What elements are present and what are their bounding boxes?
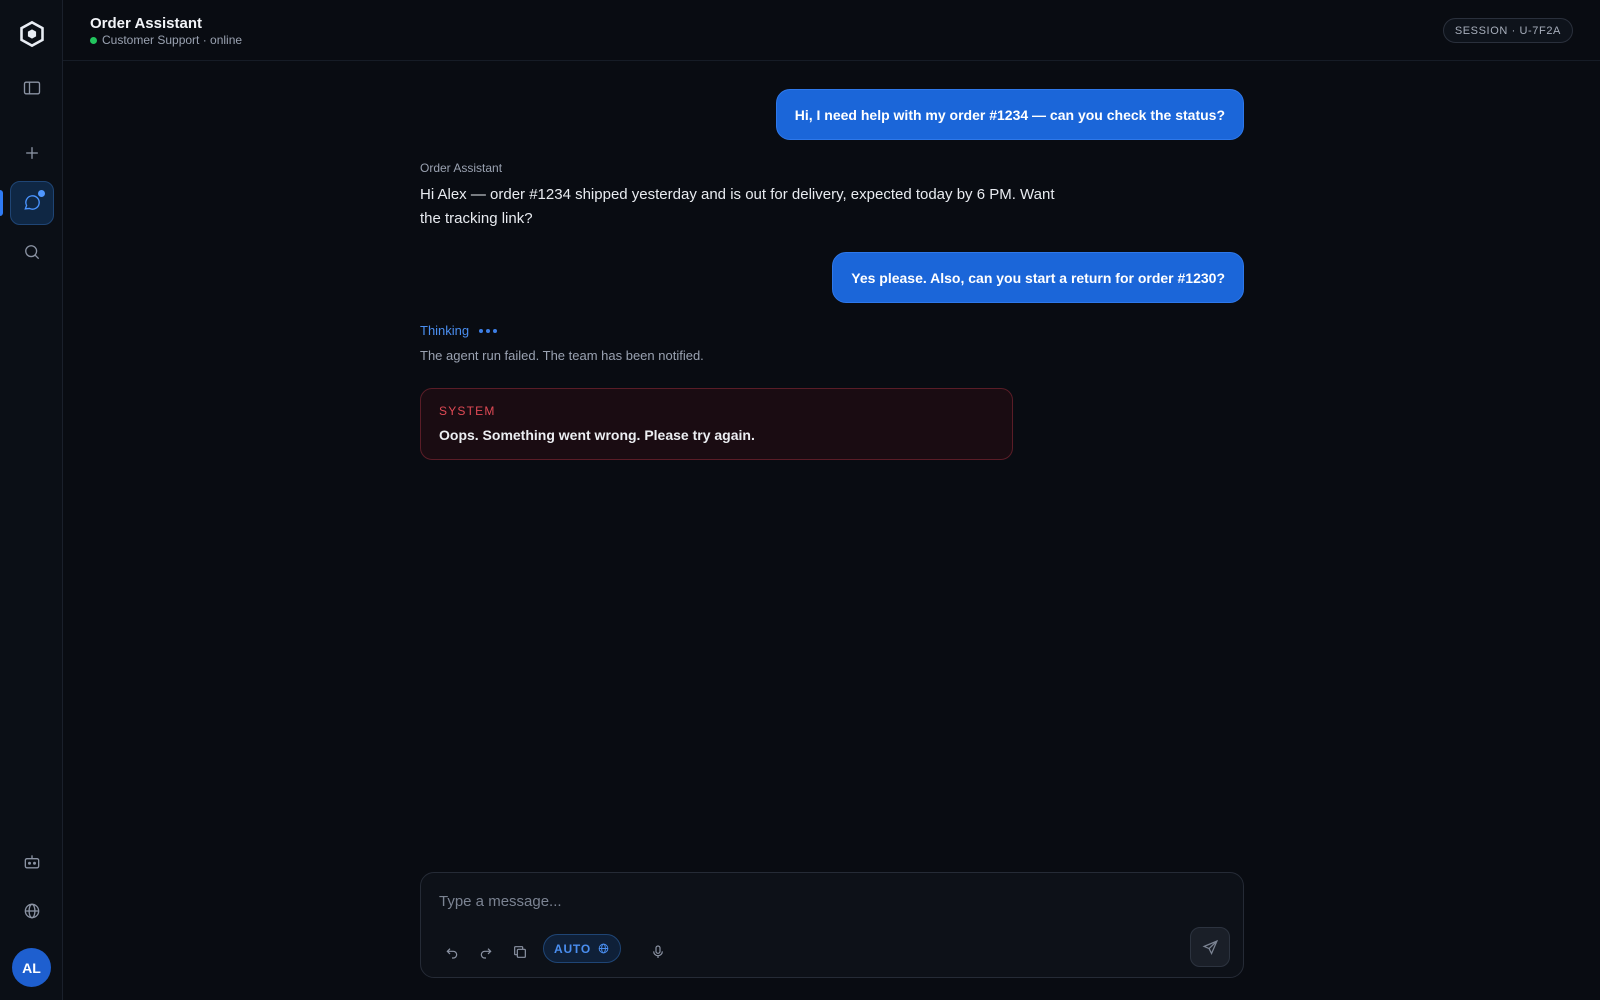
microphone-icon[interactable] [645, 939, 671, 965]
send-button[interactable] [1190, 927, 1230, 967]
user-message: Yes please. Also, can you start a return… [832, 252, 1244, 303]
error-label: SYSTEM [439, 404, 496, 418]
assistant-name: Order Assistant [420, 161, 503, 175]
agent-status-text: Customer Support · online [102, 33, 243, 47]
message-composer: AUTO [420, 872, 1244, 978]
page-title: Order Assistant [90, 15, 202, 32]
hexagon-logo-icon[interactable] [10, 12, 54, 56]
globe-icon[interactable] [10, 889, 54, 933]
robot-icon[interactable] [10, 840, 54, 884]
notification-dot [38, 190, 45, 197]
run-failed-notice: The agent run failed. The team has been … [420, 348, 704, 363]
copy-icon[interactable] [507, 939, 533, 965]
user-message: Hi, I need help with my order #1234 — ca… [775, 89, 1244, 140]
globe-icon [598, 943, 609, 954]
active-indicator [0, 190, 3, 216]
chat-bubble-icon[interactable] [10, 181, 54, 225]
search-icon[interactable] [10, 230, 54, 274]
send-icon [1201, 939, 1218, 955]
agent-status: Customer Support · online [90, 33, 242, 47]
thinking-label: Thinking [420, 323, 470, 338]
undo-icon[interactable] [439, 939, 465, 965]
system-error-card: SYSTEM Oops. Something went wrong. Pleas… [420, 388, 1013, 460]
chat-header: Order Assistant Customer Support · onlin… [63, 0, 1600, 61]
session-badge: SESSION · U-7F2A [1442, 18, 1573, 43]
thinking-indicator: Thinking [420, 323, 500, 338]
avatar[interactable]: AL [12, 948, 51, 987]
sidebar: AL [0, 0, 63, 1000]
auto-mode-toggle[interactable]: AUTO [543, 934, 621, 963]
message-input[interactable] [439, 889, 1219, 913]
error-message: Oops. Something went wrong. Please try a… [439, 427, 755, 443]
redo-icon[interactable] [473, 939, 499, 965]
online-status-dot [90, 36, 97, 44]
auto-mode-label: AUTO [554, 941, 591, 956]
plus-icon[interactable] [10, 131, 54, 175]
sidebar-panel-icon[interactable] [10, 66, 54, 110]
typing-dots [479, 328, 500, 333]
assistant-message: Hi Alex — order #1234 shipped yesterday … [420, 186, 1055, 227]
